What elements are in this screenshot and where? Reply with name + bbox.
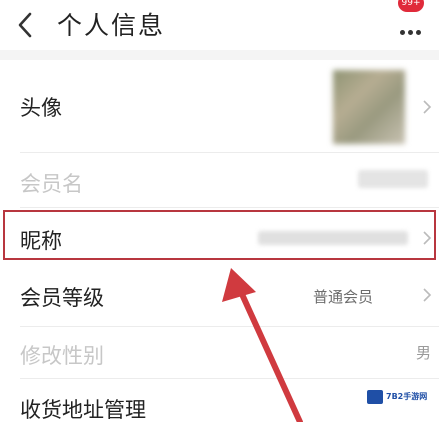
highlight-box xyxy=(3,210,436,260)
divider xyxy=(20,207,439,208)
chevron-left-icon[interactable] xyxy=(14,10,36,40)
page-title: 个人信息 xyxy=(57,11,166,40)
member-level-label: 会员等级 xyxy=(20,286,104,310)
notification-badge: 99+ xyxy=(398,0,424,12)
watermark-logo: 7B2手游网 xyxy=(367,388,433,406)
header-bar: 个人信息 99+ xyxy=(0,0,439,50)
avatar[interactable] xyxy=(333,70,405,144)
member-name-label: 会员名 xyxy=(20,172,83,196)
avatar-label: 头像 xyxy=(20,96,62,120)
divider xyxy=(20,152,439,153)
more-dots-icon[interactable] xyxy=(400,20,430,35)
watermark-text: 7B2手游网 xyxy=(386,392,428,401)
member-level-row[interactable]: 会员等级 普通会员 xyxy=(0,268,439,322)
member-level-value: 普通会员 xyxy=(313,288,374,306)
avatar-row[interactable]: 头像 xyxy=(0,64,439,150)
member-name-value-blurred xyxy=(358,170,428,188)
chevron-right-icon xyxy=(423,100,432,114)
gender-label: 修改性别 xyxy=(20,344,104,368)
gender-row[interactable]: 修改性别 男 xyxy=(0,330,439,376)
divider xyxy=(20,378,439,379)
chevron-right-icon xyxy=(423,288,432,302)
address-label: 收货地址管理 xyxy=(20,398,146,422)
gender-value: 男 xyxy=(416,344,432,362)
member-name-row: 会员名 xyxy=(0,156,439,206)
divider xyxy=(20,326,439,327)
